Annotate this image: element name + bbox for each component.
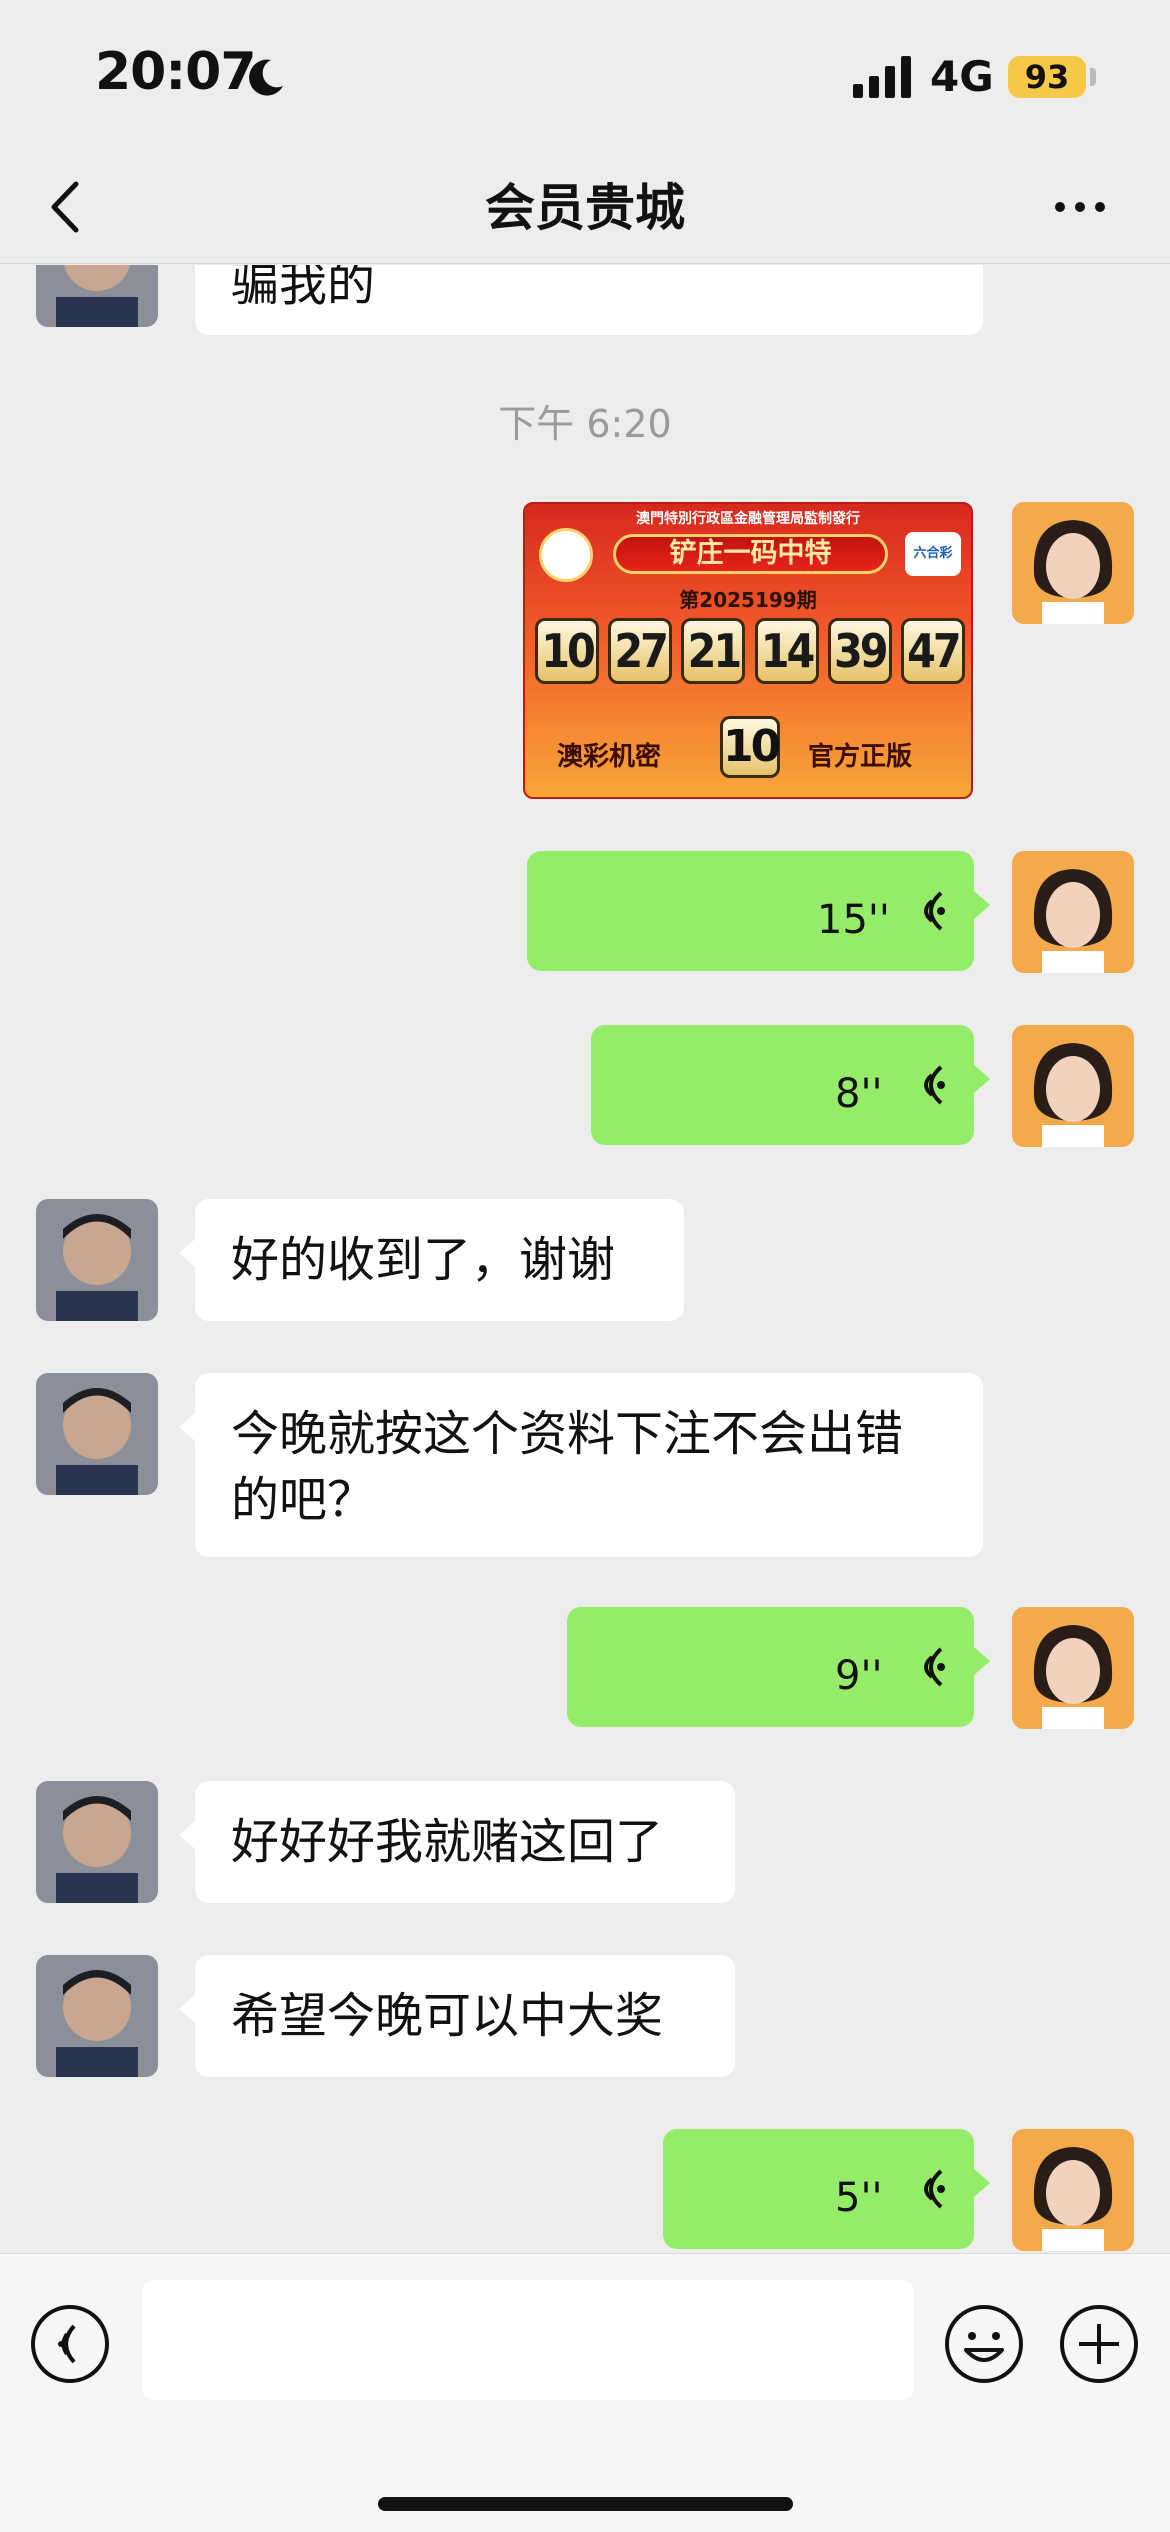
bubble-tail [179, 1821, 195, 1849]
voice-duration: 15'' [817, 897, 890, 943]
message-text: 骗我的 [231, 265, 376, 312]
contact-avatar[interactable] [36, 1373, 158, 1495]
my-avatar[interactable] [1012, 2129, 1134, 2251]
message-text: 今晚就按这个资料下注不会出错的吧？ [231, 1406, 904, 1528]
message-text: 希望今晚可以中大奖 [231, 1988, 664, 2044]
message-timestamp: 下午 6:20 [498, 402, 672, 446]
voice-duration: 5'' [835, 2175, 883, 2221]
message-bubble-incoming[interactable]: 希望今晚可以中大奖 [179, 1955, 735, 2077]
lottery-image-message[interactable]: 澳門特別行政區金融管理局監制發行 铲庄一码中特 六合彩 第2025199期 10… [523, 502, 973, 799]
voice-message-bubble[interactable]: 15'' [527, 851, 990, 971]
message-bubble-incoming[interactable]: 骗我的 [195, 265, 983, 335]
contact-avatar[interactable] [36, 265, 158, 327]
lottery-number: 14 [754, 618, 819, 684]
lottery-issue: 第2025199期 [679, 588, 817, 612]
more-icon[interactable] [1050, 184, 1110, 230]
lottery-number: 21 [681, 618, 746, 684]
bubble-tail [974, 1647, 990, 1675]
lottery-caption-right: 官方正版 [808, 742, 913, 772]
lottery-number: 27 [608, 618, 673, 684]
message-list[interactable]: 骗我的 下午 6:20 澳門特別行政區金融管理局監制發行 铲庄一码中特 六合彩 … [0, 265, 1170, 2253]
contact-avatar[interactable] [36, 1781, 158, 1903]
input-bar [0, 2253, 1170, 2532]
bubble-tail [974, 891, 990, 919]
voice-message-bubble[interactable]: 5'' [663, 2129, 990, 2249]
bubble-tail [974, 2169, 990, 2197]
emoji-icon[interactable] [944, 2304, 1024, 2384]
message-text: 好好好我就赌这回了 [231, 1814, 664, 1870]
nav-bar: 会员贵城 [0, 150, 1170, 264]
home-indicator[interactable] [378, 2497, 793, 2511]
lottery-number: 39 [827, 618, 892, 684]
message-bubble-incoming[interactable]: 今晚就按这个资料下注不会出错的吧？ [179, 1373, 983, 1557]
my-avatar[interactable] [1012, 1025, 1134, 1147]
lottery-header: 澳門特別行政區金融管理局監制發行 [636, 511, 860, 527]
message-text: 好的收到了，谢谢 [231, 1232, 616, 1288]
voice-input-toggle-icon[interactable] [30, 2304, 110, 2384]
voice-wave-icon [924, 1647, 945, 1687]
contact-avatar[interactable] [36, 1955, 158, 2077]
chat-title: 会员贵城 [485, 179, 685, 237]
bubble-tail [179, 1995, 195, 2023]
contact-avatar[interactable] [36, 1199, 158, 1321]
signal-icon [853, 56, 911, 98]
message-input[interactable] [142, 2280, 914, 2400]
lottery-number: 47 [900, 618, 965, 684]
status-bar: 20:07 4G 93 [0, 0, 1170, 150]
voice-duration: 9'' [835, 1653, 883, 1699]
bubble-tail [974, 1065, 990, 1093]
lottery-emblem-icon [539, 528, 593, 582]
chat-screen: 20:07 4G 93 会员贵城 骗我的 下午 6:20 澳門特別行政區金融管理… [0, 0, 1170, 2532]
lottery-numbers: 10 27 21 14 39 47 [535, 618, 965, 684]
voice-wave-icon [924, 1065, 945, 1105]
message-bubble-incoming[interactable]: 好好好我就赌这回了 [179, 1781, 735, 1903]
battery-indicator: 93 [1008, 56, 1086, 98]
lottery-number: 10 [535, 618, 599, 684]
lottery-special-number: 10 [720, 716, 781, 778]
moon-icon [249, 59, 283, 96]
voice-message-bubble[interactable]: 8'' [591, 1025, 990, 1145]
voice-wave-icon [924, 2169, 945, 2209]
voice-wave-icon [924, 891, 945, 931]
my-avatar[interactable] [1012, 851, 1134, 973]
lottery-banner: 铲庄一码中特 [613, 534, 888, 574]
network-label: 4G [930, 52, 994, 101]
my-avatar[interactable] [1012, 1607, 1134, 1729]
bubble-tail [179, 1239, 195, 1267]
bubble-tail [179, 1413, 195, 1441]
lottery-caption-left: 澳彩机密 [557, 742, 662, 772]
battery-tip [1090, 68, 1096, 86]
status-time: 20:07 [95, 42, 257, 102]
plus-icon[interactable] [1059, 2304, 1139, 2384]
lottery-logo: 六合彩 [905, 532, 961, 576]
voice-duration: 8'' [835, 1071, 883, 1117]
voice-message-bubble[interactable]: 9'' [567, 1607, 990, 1727]
my-avatar[interactable] [1012, 502, 1134, 624]
message-bubble-incoming[interactable]: 好的收到了，谢谢 [179, 1199, 684, 1321]
